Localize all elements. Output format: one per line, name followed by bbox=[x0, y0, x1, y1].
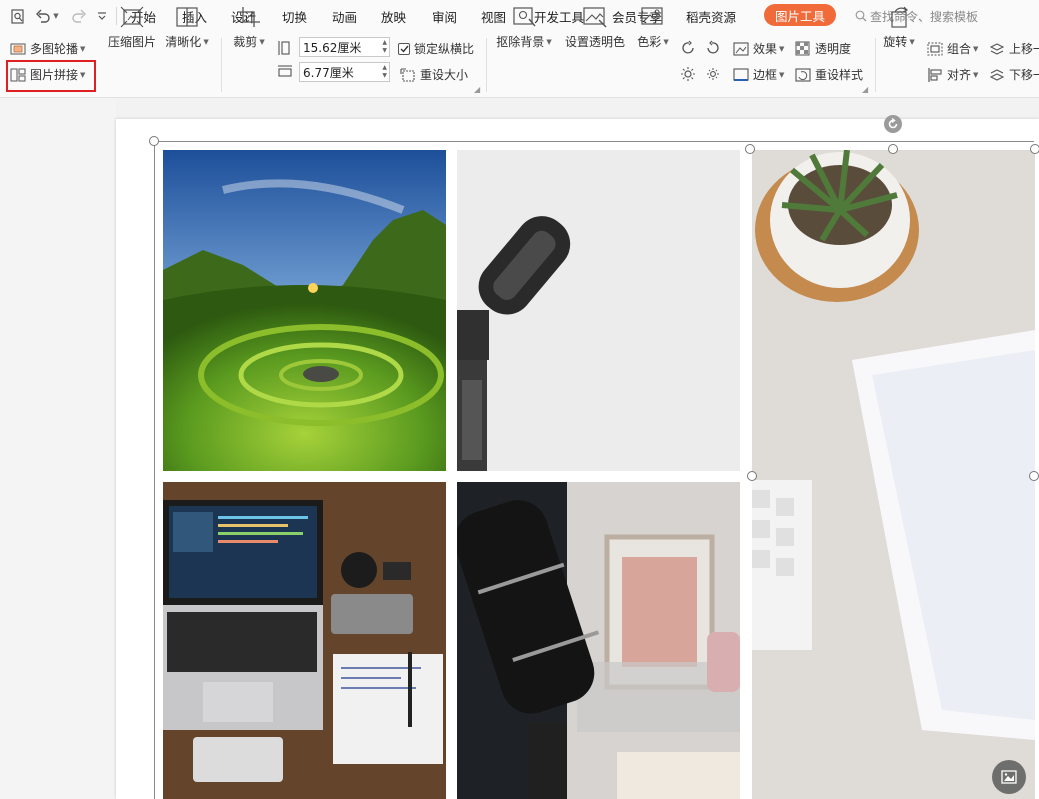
undo-icon[interactable]: ▼ bbox=[33, 7, 61, 25]
width-spinner[interactable]: ▲ ▼ bbox=[382, 64, 387, 80]
checkbox-checked-icon bbox=[398, 42, 410, 55]
tab-slideshow[interactable]: 放映 bbox=[381, 7, 406, 25]
ribbon-divider bbox=[486, 38, 487, 92]
effects-icon bbox=[733, 41, 749, 56]
crop-icon bbox=[238, 7, 260, 27]
ribbon-divider bbox=[221, 38, 222, 92]
laptop-desk-photo[interactable] bbox=[163, 482, 446, 799]
crop-label: 裁剪 ▼ bbox=[233, 35, 265, 49]
rotate-label: 旋转 ▼ bbox=[883, 35, 915, 49]
lock-aspect-ratio-checkbox[interactable]: 锁定纵横比 bbox=[398, 40, 474, 57]
resize-handle-top-left-inner[interactable] bbox=[745, 144, 755, 154]
increase-brightness-icon[interactable] bbox=[680, 40, 696, 56]
redo-icon[interactable] bbox=[68, 7, 90, 25]
sharpen-icon bbox=[176, 7, 198, 27]
desk-plant-photo[interactable] bbox=[752, 150, 1035, 799]
height-spinner[interactable]: ▲ ▼ bbox=[382, 39, 387, 55]
tab-docer-resources[interactable]: 稻壳资源 bbox=[686, 7, 736, 25]
picture-style-launcher-icon[interactable]: ◢ bbox=[862, 85, 868, 94]
rotate-handle-icon[interactable] bbox=[884, 115, 902, 133]
compress-icon bbox=[120, 6, 144, 28]
tab-transition[interactable]: 切换 bbox=[282, 7, 307, 25]
set-transparent-color-button[interactable]: 设置透明色 bbox=[563, 6, 627, 50]
ribbon-divider bbox=[875, 38, 876, 92]
align-button[interactable]: 对齐 ▼ bbox=[927, 66, 978, 83]
send-backward-icon bbox=[989, 68, 1005, 81]
color-button[interactable]: 色彩 ▼ bbox=[634, 6, 672, 50]
width-input[interactable]: 6.77厘米 ▲ ▼ bbox=[299, 62, 390, 82]
multi-image-carousel-button[interactable]: 多图轮播 ▼ bbox=[10, 40, 85, 57]
size-dialog-launcher-icon[interactable]: ◢ bbox=[474, 85, 480, 94]
decrease-brightness-icon[interactable] bbox=[705, 40, 721, 56]
reset-style-button[interactable]: 重设样式 bbox=[795, 66, 863, 83]
effects-button[interactable]: 效果 ▼ bbox=[733, 40, 784, 57]
resize-handle-top-left[interactable] bbox=[149, 136, 159, 146]
border-icon bbox=[733, 67, 749, 81]
send-backward-button[interactable]: 下移一层 bbox=[989, 66, 1039, 83]
microphone-photo[interactable] bbox=[457, 150, 740, 471]
width-icon bbox=[277, 64, 293, 78]
crop-button[interactable]: 裁剪 ▼ bbox=[229, 6, 269, 50]
bring-forward-button[interactable]: 上移一层 bbox=[989, 40, 1039, 57]
transparency-icon bbox=[795, 41, 810, 56]
transparent-color-icon bbox=[583, 7, 607, 28]
height-input[interactable]: 15.62厘米 ▲ ▼ bbox=[299, 37, 390, 57]
compress-picture-button[interactable]: 压缩图片 bbox=[106, 6, 158, 50]
tab-animation[interactable]: 动画 bbox=[332, 7, 357, 25]
carousel-icon bbox=[10, 42, 26, 55]
border-button[interactable]: 边框 ▼ bbox=[733, 66, 784, 83]
increase-contrast-icon[interactable] bbox=[680, 66, 696, 82]
resize-handle-left-mid[interactable] bbox=[747, 471, 757, 481]
sharpen-button[interactable]: 清晰化 ▼ bbox=[163, 6, 211, 50]
reset-size-icon bbox=[400, 67, 415, 82]
group-button[interactable]: 组合 ▼ bbox=[927, 40, 978, 57]
slide-panel-strip bbox=[0, 98, 116, 799]
remove-background-button[interactable]: 抠除背景 ▼ bbox=[494, 6, 554, 50]
tab-picture-tools[interactable]: 图片工具 bbox=[764, 4, 836, 26]
rotate-icon bbox=[891, 6, 909, 28]
rotate-button[interactable]: 旋转 ▼ bbox=[880, 6, 918, 50]
height-icon bbox=[277, 40, 291, 56]
bring-forward-icon bbox=[989, 42, 1005, 55]
remove-background-label: 抠除背景 ▼ bbox=[496, 35, 552, 49]
reset-style-icon bbox=[795, 67, 811, 82]
highlight-box bbox=[6, 60, 96, 92]
sharpen-label: 清晰化 ▼ bbox=[165, 35, 209, 49]
resize-handle-right-mid[interactable] bbox=[1029, 471, 1039, 481]
color-icon bbox=[641, 7, 663, 25]
reset-size-button[interactable]: 重设大小 bbox=[400, 66, 468, 83]
group-icon bbox=[927, 42, 943, 55]
color-label: 色彩 ▼ bbox=[637, 35, 669, 49]
studio-mic-photo[interactable] bbox=[457, 482, 740, 799]
remove-background-icon bbox=[513, 7, 536, 27]
landscape-photo[interactable] bbox=[163, 150, 446, 471]
picture-toolbar-float-icon[interactable] bbox=[992, 760, 1026, 794]
search-icon bbox=[855, 10, 867, 22]
selection-border-left bbox=[154, 141, 155, 799]
transparency-button[interactable]: 透明度 bbox=[795, 40, 851, 57]
print-preview-icon[interactable] bbox=[10, 7, 26, 25]
selection-border-top bbox=[154, 141, 1034, 142]
align-icon bbox=[928, 67, 942, 82]
resize-handle-top-mid[interactable] bbox=[888, 144, 898, 154]
resize-handle-top-right[interactable] bbox=[1030, 144, 1039, 154]
tab-review[interactable]: 审阅 bbox=[432, 7, 457, 25]
decrease-contrast-icon[interactable] bbox=[705, 66, 721, 82]
